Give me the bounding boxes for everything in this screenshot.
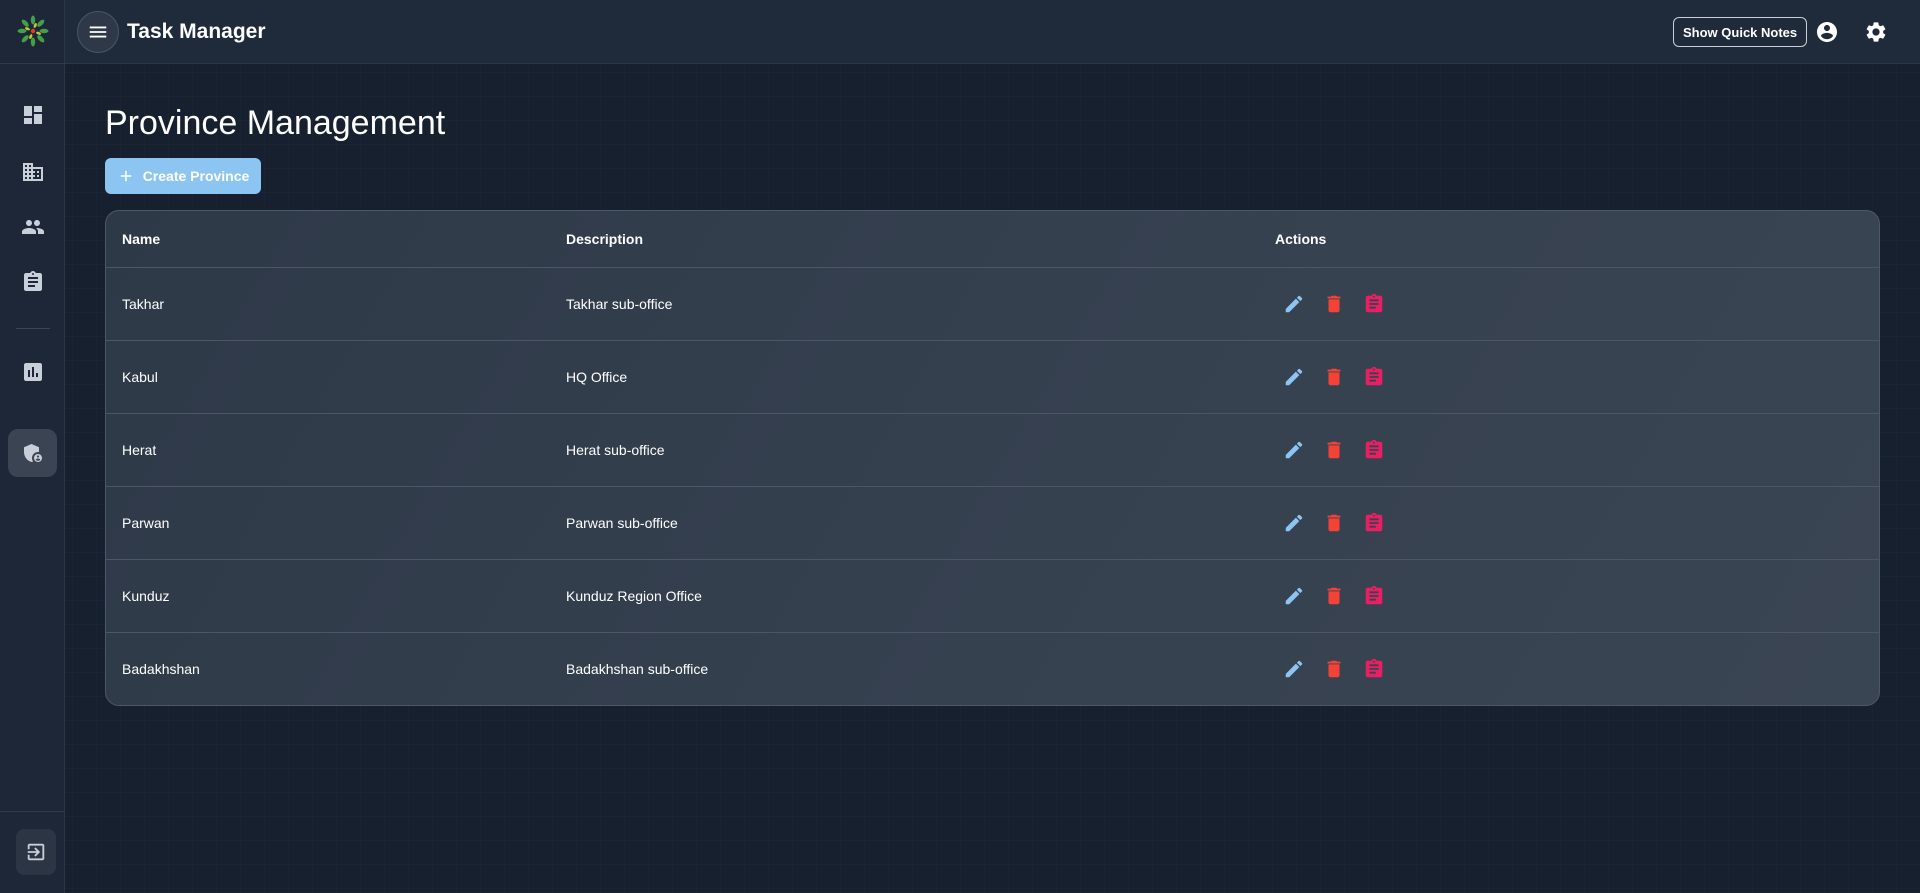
cell-name: Kabul [122, 369, 158, 385]
logout-icon [27, 843, 45, 861]
column-header-name[interactable]: Name [122, 231, 160, 247]
sidebar-item-organizations[interactable] [16, 155, 50, 189]
column-header-actions: Actions [1275, 231, 1327, 247]
edit-button[interactable] [1282, 292, 1306, 316]
menu-icon [89, 26, 107, 38]
assign-button[interactable] [1362, 365, 1386, 389]
delete-trash-icon [1327, 514, 1341, 532]
assignment-icon [1365, 366, 1383, 386]
sidebar-item-users[interactable] [16, 210, 50, 244]
cell-name: Takhar [122, 296, 165, 312]
account-button[interactable] [1813, 18, 1841, 46]
delete-trash-icon [1327, 368, 1341, 386]
assignment-icon [1365, 585, 1383, 605]
assign-button[interactable] [1362, 511, 1386, 535]
account-circle-icon [1817, 22, 1837, 42]
cell-name: Herat [122, 442, 157, 458]
sidebar-item-tasks[interactable] [16, 265, 50, 299]
cell-name: Badakhshan [122, 661, 200, 677]
table-row: Badakhshan Badakhshan sub-office [106, 633, 1879, 705]
assignment-icon [1365, 439, 1383, 459]
edit-button[interactable] [1282, 438, 1306, 462]
edit-button[interactable] [1282, 365, 1306, 389]
sidebar-item-dashboard[interactable] [16, 98, 50, 132]
page-title: Province Management [105, 104, 446, 142]
edit-pencil-icon [1285, 368, 1303, 386]
province-table: Name Description Actions Takhar Takhar su… [105, 210, 1880, 706]
edit-button[interactable] [1282, 584, 1306, 608]
delete-button[interactable] [1322, 584, 1346, 608]
delete-button[interactable] [1322, 292, 1346, 316]
sidebar-item-admin[interactable] [8, 429, 57, 477]
dashboard-icon [24, 106, 42, 124]
assignment-icon [1365, 512, 1383, 532]
sidebar-item-reports[interactable] [16, 355, 50, 389]
top-app-bar: Task Manager Show Quick Notes [65, 0, 1920, 64]
people-icon [22, 220, 44, 234]
delete-button[interactable] [1322, 365, 1346, 389]
edit-pencil-icon [1285, 441, 1303, 459]
menu-button[interactable] [77, 11, 119, 53]
table-row: Herat Herat sub-office [106, 414, 1879, 487]
settings-button[interactable] [1862, 18, 1890, 46]
column-header-description[interactable]: Description [566, 231, 643, 247]
plus-icon [120, 170, 131, 182]
delete-trash-icon [1327, 441, 1341, 459]
delete-trash-icon [1327, 660, 1341, 678]
assignment-icon [1365, 293, 1383, 313]
edit-pencil-icon [1285, 514, 1303, 532]
cell-description: Takhar sub-office [566, 296, 673, 312]
edit-pencil-icon [1285, 660, 1303, 678]
delete-trash-icon [1327, 587, 1341, 605]
clipboard-icon [24, 271, 42, 291]
sidebar [0, 0, 65, 893]
cell-description: Parwan sub-office [566, 515, 678, 531]
admin-shield-icon [23, 444, 42, 462]
delete-trash-icon [1327, 295, 1341, 313]
delete-button[interactable] [1322, 511, 1346, 535]
assign-button[interactable] [1362, 584, 1386, 608]
edit-button[interactable] [1282, 511, 1306, 535]
cell-name: Parwan [122, 515, 170, 531]
table-header: Name Description Actions [106, 211, 1879, 268]
create-province-button[interactable]: Create Province [105, 158, 261, 194]
cell-description: Kunduz Region Office [566, 588, 702, 604]
table-row: Kabul HQ Office [106, 341, 1879, 414]
cell-description: Herat sub-office [566, 442, 665, 458]
cell-description: Badakhshan sub-office [566, 661, 709, 677]
bar-chart-icon [24, 363, 42, 381]
table-row: Parwan Parwan sub-office [106, 487, 1879, 560]
cell-name: Kunduz [122, 588, 170, 604]
edit-pencil-icon [1285, 587, 1303, 605]
create-province-label: Create Province [142, 168, 250, 184]
settings-gear-icon [1866, 22, 1886, 42]
logout-button[interactable] [16, 829, 56, 875]
delete-button[interactable] [1322, 657, 1346, 681]
table-row: Takhar Takhar sub-office [106, 268, 1879, 341]
show-quick-notes-button[interactable]: Show Quick Notes [1673, 17, 1808, 47]
edit-button[interactable] [1282, 657, 1306, 681]
sidebar-divider-top [0, 63, 65, 64]
app-title: Task Manager [127, 20, 266, 43]
assign-button[interactable] [1362, 438, 1386, 462]
sidebar-divider-bottom [0, 811, 65, 812]
cell-description: HQ Office [566, 369, 628, 385]
assign-button[interactable] [1362, 292, 1386, 316]
delete-button[interactable] [1322, 438, 1346, 462]
assign-button[interactable] [1362, 657, 1386, 681]
table-row: Kunduz Kunduz Region Office [106, 560, 1879, 633]
assignment-icon [1365, 658, 1383, 678]
app-logo-icon[interactable] [16, 14, 50, 48]
building-icon [23, 163, 43, 181]
sidebar-divider [16, 328, 50, 329]
edit-pencil-icon [1285, 295, 1303, 313]
